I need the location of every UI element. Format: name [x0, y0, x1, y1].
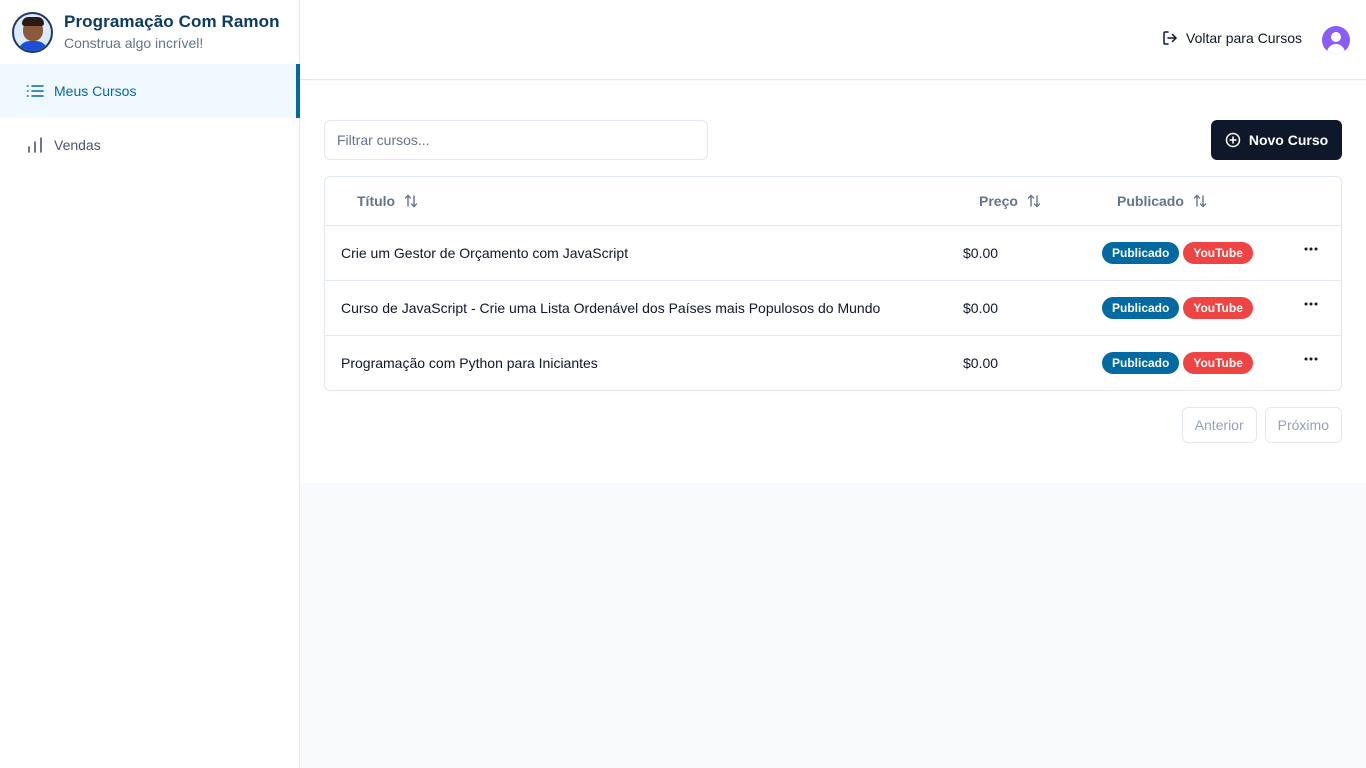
more-actions-icon[interactable]	[1302, 240, 1320, 258]
course-badges: Publicado YouTube	[1102, 242, 1257, 264]
published-badge: Publicado	[1102, 297, 1180, 319]
course-badges: Publicado YouTube	[1102, 352, 1257, 374]
brand-logo	[12, 12, 53, 53]
youtube-badge: YouTube	[1183, 242, 1253, 264]
column-header-label: Publicado	[1117, 193, 1184, 209]
sidebar: Programação Com Ramon Construa algo incr…	[0, 0, 300, 768]
back-link-label: Voltar para Cursos	[1186, 30, 1302, 46]
column-header-price[interactable]: Preço	[979, 193, 1042, 209]
table-header-row: Título Preço Publicado	[325, 177, 1341, 226]
brand-title: Programação Com Ramon	[64, 12, 280, 31]
main-content: Novo Curso Título Preço	[300, 81, 1366, 483]
user-avatar-icon[interactable]	[1322, 26, 1350, 54]
app-root: Programação Com Ramon Construa algo incr…	[0, 0, 1366, 768]
topbar: Voltar para Cursos	[300, 0, 1366, 80]
list-icon	[25, 81, 45, 101]
sort-icon	[1026, 193, 1042, 209]
back-to-courses-link[interactable]: Voltar para Cursos	[1162, 30, 1302, 46]
course-title: Programação com Python para Iniciantes	[341, 355, 598, 371]
column-header-label: Título	[357, 193, 396, 209]
plus-circle-icon	[1225, 132, 1241, 148]
course-price: $0.00	[963, 245, 999, 261]
sidebar-item-label: Meus Cursos	[54, 83, 137, 99]
brand[interactable]: Programação Com Ramon Construa algo incr…	[12, 12, 280, 53]
course-title: Crie um Gestor de Orçamento com JavaScri…	[341, 245, 629, 261]
sidebar-item-vendas[interactable]: Vendas	[0, 118, 299, 172]
youtube-badge: YouTube	[1183, 297, 1253, 319]
table-row[interactable]: Curso de JavaScript - Crie uma Lista Ord…	[325, 281, 1341, 336]
youtube-badge: YouTube	[1183, 352, 1253, 374]
table-row[interactable]: Programação com Python para Iniciantes $…	[325, 336, 1341, 390]
courses-table: Título Preço Publicado Crie um Gestor de…	[324, 176, 1342, 391]
more-actions-icon[interactable]	[1302, 295, 1320, 313]
column-header-label: Preço	[979, 193, 1018, 209]
brand-subtitle: Construa algo incrível!	[64, 35, 204, 51]
sidebar-nav: Meus Cursos Vendas	[0, 64, 300, 172]
sidebar-item-label: Vendas	[54, 137, 101, 153]
more-actions-icon[interactable]	[1302, 350, 1320, 368]
course-price: $0.00	[963, 355, 999, 371]
filter-courses-input[interactable]	[324, 120, 708, 160]
course-price: $0.00	[963, 300, 999, 316]
pagination: Anterior Próximo	[1174, 407, 1342, 443]
published-badge: Publicado	[1102, 352, 1180, 374]
column-header-title[interactable]: Título	[357, 193, 419, 209]
brand-text: Programação Com Ramon Construa algo incr…	[64, 12, 280, 53]
next-page-button[interactable]: Próximo	[1264, 407, 1342, 443]
sort-icon	[1192, 193, 1208, 209]
bar-chart-icon	[25, 135, 45, 155]
sort-icon	[403, 193, 419, 209]
published-badge: Publicado	[1102, 242, 1180, 264]
new-course-label: Novo Curso	[1248, 132, 1329, 148]
column-header-published[interactable]: Publicado	[1117, 193, 1208, 209]
course-badges: Publicado YouTube	[1102, 297, 1257, 319]
new-course-button[interactable]: Novo Curso	[1211, 120, 1342, 160]
logout-icon	[1162, 30, 1178, 46]
sidebar-item-meus-cursos[interactable]: Meus Cursos	[0, 64, 300, 118]
course-title: Curso de JavaScript - Crie uma Lista Ord…	[341, 300, 881, 316]
table-row[interactable]: Crie um Gestor de Orçamento com JavaScri…	[325, 226, 1341, 281]
previous-page-button[interactable]: Anterior	[1181, 407, 1257, 443]
